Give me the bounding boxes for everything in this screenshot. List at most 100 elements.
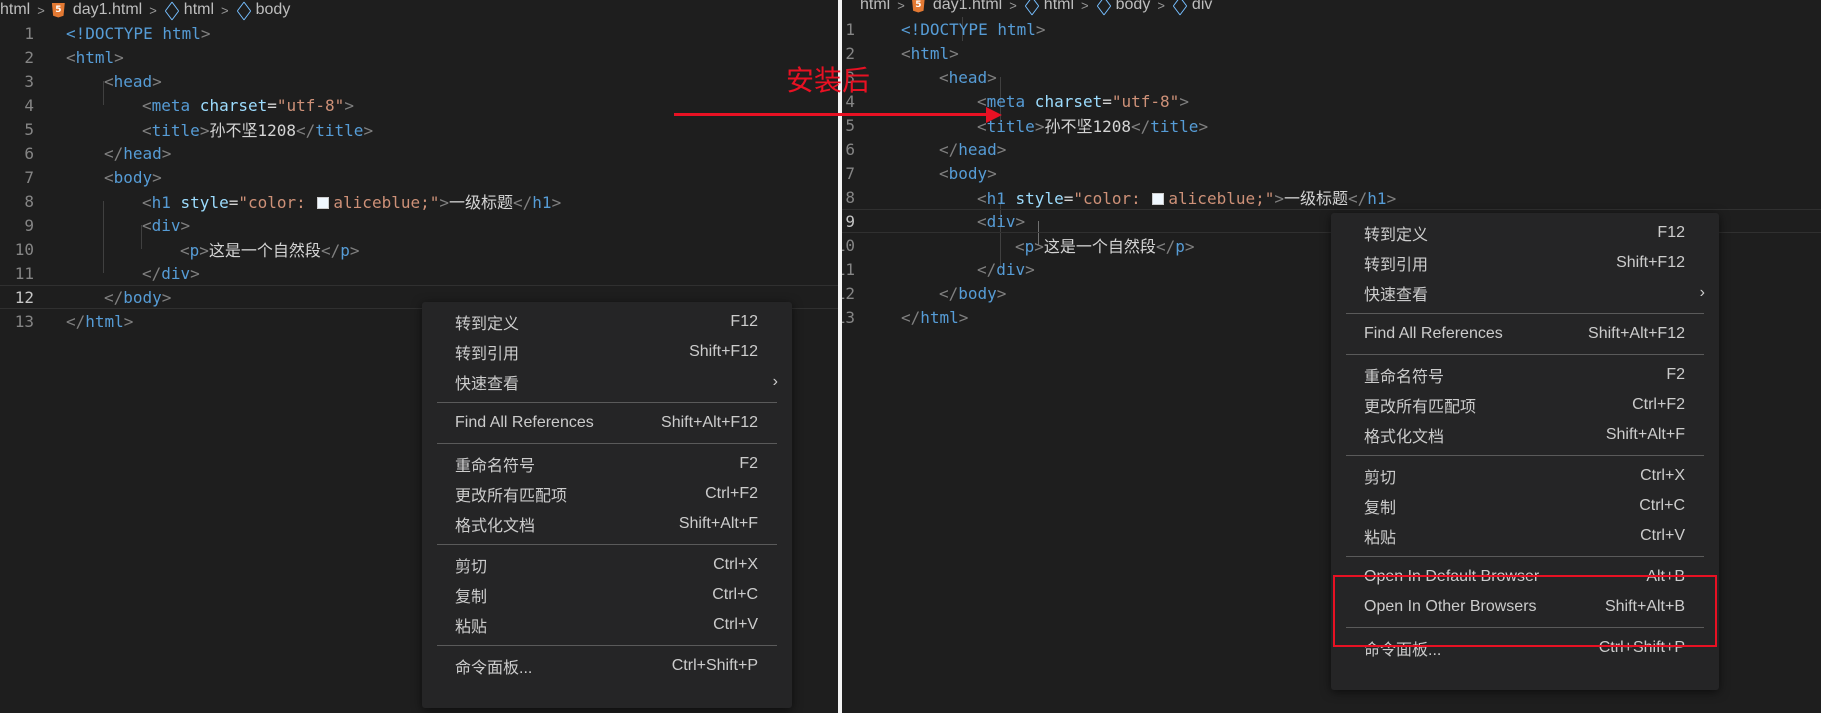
menu-item[interactable]: 转到引用 Shift+F12	[422, 337, 792, 367]
menu-item[interactable]: 粘贴 Ctrl+V	[422, 610, 792, 640]
code-line[interactable]: 1 <!DOCTYPE html>	[0, 21, 838, 45]
menu-item[interactable]: 转到定义 F12	[1331, 218, 1719, 248]
menu-item[interactable]: 快速查看 ›	[422, 367, 792, 397]
punctuation: >	[1034, 117, 1045, 136]
menu-item-label: 复制	[455, 589, 488, 606]
line-number: 1	[845, 19, 855, 39]
line-number: 4	[24, 95, 34, 115]
punctuation: >	[363, 121, 374, 140]
token: h1	[532, 193, 552, 212]
punctuation: >	[114, 47, 124, 67]
menu-item-label: Find All References	[455, 414, 594, 431]
menu-item-label: 重命名符号	[455, 458, 536, 475]
breadcrumb-chevron-icon: >	[897, 0, 905, 13]
breadcrumb-chevron-icon: >	[149, 2, 157, 18]
token: h1	[151, 193, 171, 212]
punctuation: >	[1034, 237, 1044, 256]
menu-item[interactable]: 剪切 Ctrl+X	[1331, 461, 1719, 491]
menu-item[interactable]: Find All References Shift+Alt+F12	[1331, 319, 1719, 349]
code-editor[interactable]: 1 <!DOCTYPE html> 2 <html> 3 <head> 4 <meta cha…	[0, 21, 838, 341]
token: "utf-8"	[1111, 91, 1180, 111]
line-number: 7	[845, 163, 855, 183]
token: 这是一个自然段	[208, 241, 321, 260]
menu-item[interactable]: 重命名符号 F2	[1331, 360, 1719, 390]
token: ;"	[1255, 189, 1275, 208]
menu-item[interactable]: 复制 Ctrl+C	[1331, 491, 1719, 521]
punctuation: >	[180, 215, 191, 235]
code-line[interactable]: 8 <h1 style="color: aliceblue;">一级标题</h1>	[842, 185, 1821, 209]
token: head	[948, 67, 988, 87]
menu-item[interactable]: 粘贴 Ctrl+V	[1331, 521, 1719, 551]
code-line[interactable]: 3 <head>	[842, 65, 1821, 89]
token: charset	[1025, 91, 1103, 111]
menu-item[interactable]: Find All References Shift+Alt+F12	[422, 408, 792, 438]
punctuation: =	[267, 95, 277, 115]
token: ;"	[420, 193, 440, 212]
code-line[interactable]: 6 </head>	[842, 137, 1821, 161]
color-swatch-icon[interactable]	[1152, 193, 1165, 205]
menu-item[interactable]: 更改所有匹配项 Ctrl+F2	[1331, 390, 1719, 420]
punctuation: </	[104, 287, 124, 307]
token: charset	[190, 95, 268, 115]
menu-item-label: 重命名符号	[1364, 369, 1445, 386]
breadcrumb-item-html[interactable]: html	[1024, 0, 1074, 14]
token: html	[85, 311, 124, 331]
menu-item[interactable]: 重命名符号 F2	[422, 449, 792, 479]
breadcrumb-item-html-root[interactable]: html	[860, 0, 890, 14]
menu-item[interactable]: 命令面板... Ctrl+Shift+P	[422, 651, 792, 681]
punctuation: >	[1198, 117, 1209, 136]
token: "color:	[1073, 189, 1151, 208]
code-line[interactable]: 2 <html>	[0, 45, 838, 69]
breadcrumb-item-html-root[interactable]: html	[0, 1, 30, 19]
punctuation: >	[958, 307, 969, 327]
token: div	[151, 215, 181, 235]
code-line[interactable]: 2 <html>	[842, 41, 1821, 65]
breadcrumb-chevron-icon: >	[37, 2, 45, 18]
menu-item[interactable]: 更改所有匹配项 Ctrl+F2	[422, 479, 792, 509]
line-number: 8	[845, 187, 855, 207]
breadcrumb-item-body[interactable]: body	[236, 1, 291, 19]
menu-item[interactable]: 剪切 Ctrl+X	[422, 550, 792, 580]
code-line[interactable]: 10<p>这是一个自然段</p>	[0, 237, 838, 261]
menu-item[interactable]: 格式化文档 Shift+Alt+F	[1331, 420, 1719, 450]
punctuation: >	[439, 193, 450, 212]
token: <!DOCTYPE	[901, 19, 988, 39]
code-line[interactable]: 7 <body>	[842, 161, 1821, 185]
punctuation: <	[180, 241, 190, 260]
menu-item[interactable]: 转到引用 Shift+F12	[1331, 248, 1719, 278]
punctuation: <	[142, 95, 152, 115]
color-swatch-icon[interactable]	[317, 197, 330, 209]
breadcrumb-item-body[interactable]: body	[1096, 0, 1151, 14]
menu-item[interactable]: 快速查看 ›	[1331, 278, 1719, 308]
code-line[interactable]: 3 <head>	[0, 69, 838, 93]
code-line[interactable]: 11 </div>	[0, 261, 838, 285]
token: title	[1150, 117, 1199, 136]
breadcrumb-item-file[interactable]: 5 day1.html	[911, 0, 1002, 14]
punctuation: <	[66, 47, 76, 67]
punctuation: >	[996, 283, 1007, 303]
punctuation: <	[142, 121, 152, 140]
context-menu: 转到定义 F12 转到引用 Shift+F12 快速查看 › Find All Refere…	[1331, 213, 1719, 690]
code-line[interactable]: 7 <body>	[0, 165, 838, 189]
punctuation: >	[152, 71, 162, 91]
punctuation: >	[1035, 19, 1046, 39]
token: 孙不坚1208	[1044, 117, 1131, 136]
code-line[interactable]: 5 <title>孙不坚1208</title>	[0, 117, 838, 141]
menu-item[interactable]: 转到定义 F12	[422, 307, 792, 337]
breadcrumb-item-div[interactable]: div	[1172, 0, 1212, 14]
menu-separator	[437, 645, 777, 646]
menu-item[interactable]: 格式化文档 Shift+Alt+F	[422, 509, 792, 539]
menu-item[interactable]: 复制 Ctrl+C	[422, 580, 792, 610]
menu-item-label: 更改所有匹配项	[1364, 399, 1477, 416]
code-line[interactable]: 8 <h1 style="color: aliceblue;">一级标题</h1>	[0, 189, 838, 213]
code-text: <head>	[104, 72, 162, 91]
breadcrumb-item-file[interactable]: 5 day1.html	[51, 1, 142, 19]
punctuation: <	[977, 189, 987, 208]
token: h1	[1367, 189, 1387, 208]
code-line[interactable]: 6 </head>	[0, 141, 838, 165]
code-line[interactable]: 9 <div>	[0, 213, 838, 237]
punctuation: </	[1348, 189, 1368, 208]
code-line[interactable]: 1 <!DOCTYPE html>	[842, 17, 1821, 41]
breadcrumb-item-html[interactable]: html	[164, 1, 214, 19]
code-text: <div>	[142, 216, 190, 235]
